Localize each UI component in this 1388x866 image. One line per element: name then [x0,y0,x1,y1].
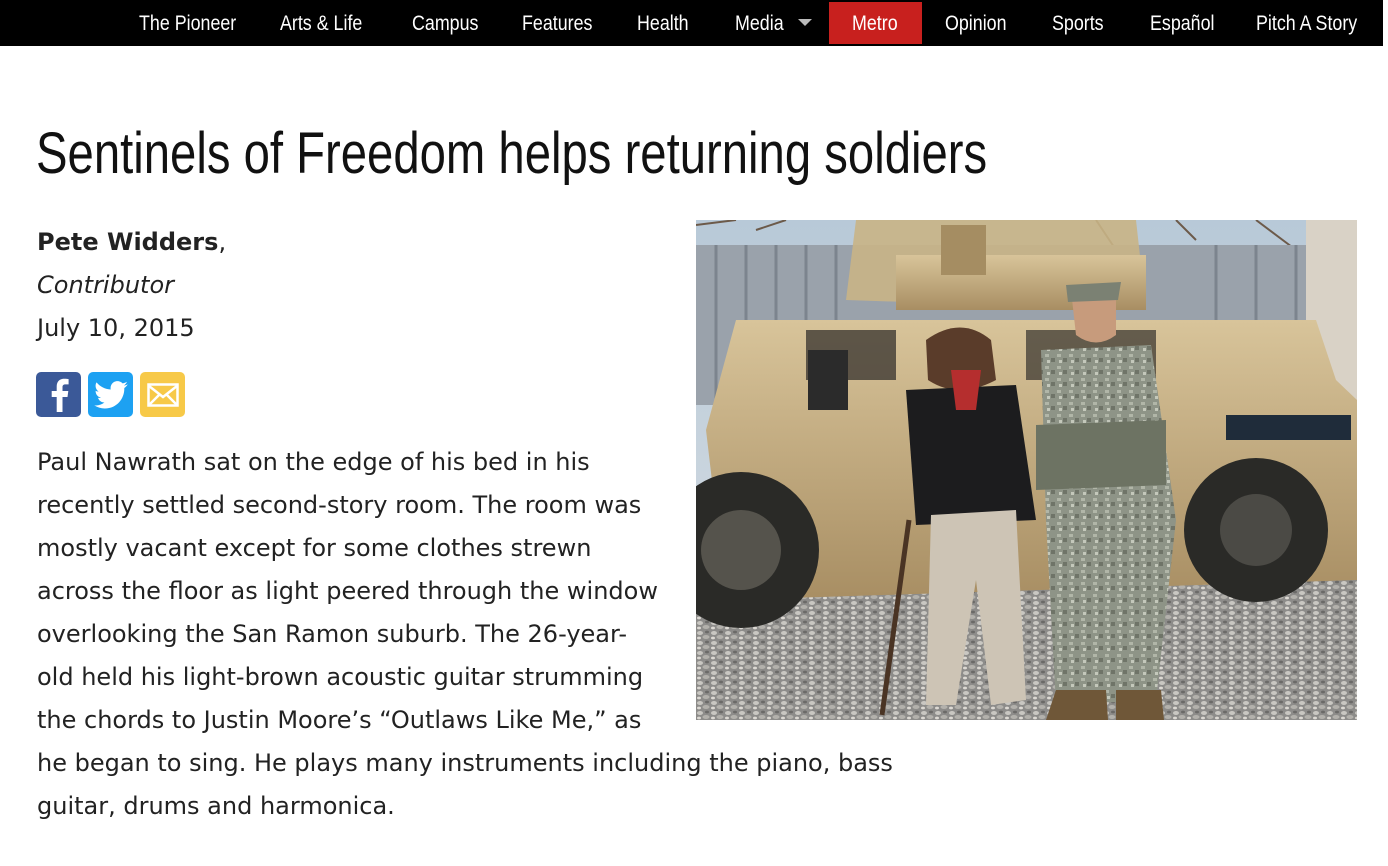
nav-item-features[interactable]: Features [522,0,592,46]
facebook-icon [51,378,69,412]
twitter-icon [93,380,128,408]
nav-item-media[interactable]: Media [735,0,784,46]
nav-item-sports[interactable]: Sports [1052,0,1104,46]
byline-role: Contributor [37,271,175,299]
scrollbar-edge [1383,0,1388,46]
nav-item-the-pioneer[interactable]: The Pioneer [139,0,236,46]
top-navigation: The Pioneer Arts & Life Campus Features … [0,0,1388,46]
nav-item-campus[interactable]: Campus [412,0,478,46]
nav-item-espanol[interactable]: Español [1150,0,1215,46]
byline-author: Pete Widders, [37,228,226,256]
article-headline: Sentinels of Freedom helps returning sol… [36,121,988,186]
nav-item-pitch-a-story[interactable]: Pitch A Story [1256,0,1357,46]
article-paragraph-1: Paul Nawrath sat on the edge of his bed … [37,441,897,828]
email-share-button[interactable] [140,372,185,417]
nav-item-metro[interactable]: Metro [852,0,898,46]
facebook-share-button[interactable] [36,372,81,417]
nav-item-opinion[interactable]: Opinion [945,0,1007,46]
email-icon [146,382,179,407]
nav-item-health[interactable]: Health [637,0,689,46]
publish-date: July 10, 2015 [37,314,195,342]
author-separator: , [218,228,227,256]
page-scrollbar[interactable] [1383,46,1388,866]
nav-item-arts-life[interactable]: Arts & Life [280,0,362,46]
photo-wrap-spacer [662,441,897,742]
twitter-share-button[interactable] [88,372,133,417]
chevron-down-icon[interactable] [798,19,812,26]
author-name[interactable]: Pete Widders [37,228,218,256]
